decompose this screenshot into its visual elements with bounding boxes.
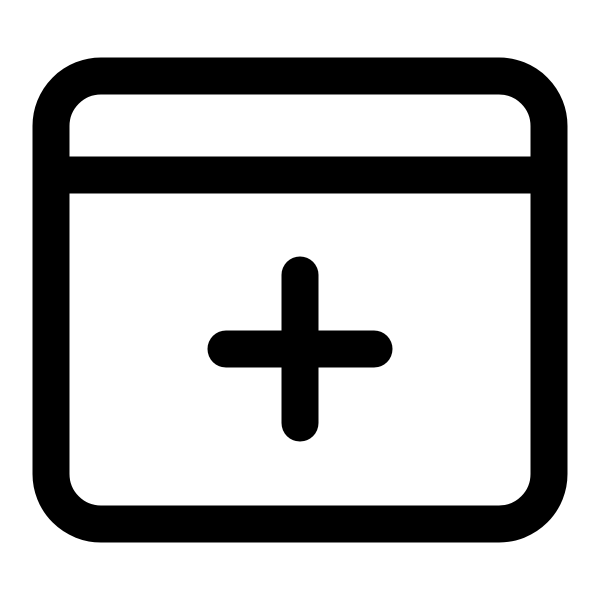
plus-icon — [207, 256, 393, 442]
icon-canvas — [0, 0, 600, 600]
new-window-icon[interactable] — [0, 0, 600, 600]
